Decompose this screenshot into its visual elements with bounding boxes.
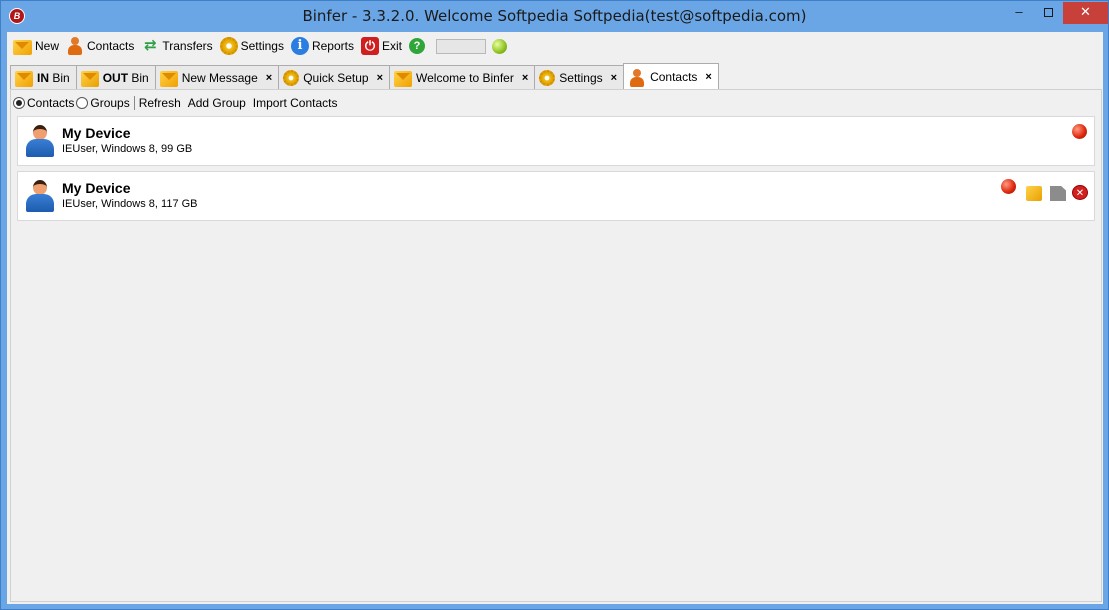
refresh-link[interactable]: Refresh bbox=[139, 96, 181, 110]
outbox-icon bbox=[80, 70, 99, 87]
tab-in-bin[interactable]: IN Bin bbox=[10, 65, 77, 89]
maximize-button[interactable] bbox=[1034, 2, 1062, 24]
exit-button[interactable]: ⏻ Exit bbox=[361, 37, 402, 55]
maximize-icon bbox=[1043, 8, 1053, 17]
new-label: New bbox=[35, 39, 60, 53]
edit-contact-icon[interactable] bbox=[1050, 186, 1066, 201]
reports-icon: i bbox=[290, 37, 309, 55]
contacts-button[interactable]: Contacts bbox=[66, 37, 134, 55]
transfers-label: Transfers bbox=[162, 39, 213, 53]
contacts-icon bbox=[66, 37, 84, 55]
new-message-icon bbox=[13, 39, 32, 55]
tab-contacts[interactable]: Contacts × bbox=[623, 63, 719, 90]
transfers-icon: ⇄ bbox=[144, 37, 157, 54]
tab-close-icon[interactable]: × bbox=[377, 72, 383, 84]
tab-settings[interactable]: Settings × bbox=[534, 65, 625, 89]
welcome-icon bbox=[394, 70, 412, 87]
tab-settings-label: Settings bbox=[559, 70, 603, 85]
transfer-progress-bar bbox=[436, 38, 487, 54]
tab-contacts-label: Contacts bbox=[650, 70, 698, 84]
settings-icon bbox=[539, 69, 556, 86]
contacts-panel: Contacts Groups Refresh Add Group Import… bbox=[10, 89, 1102, 602]
transfers-button[interactable]: ⇄ Transfers bbox=[141, 37, 213, 55]
exit-label: Exit bbox=[382, 39, 403, 53]
status-bulb-icon[interactable] bbox=[492, 38, 508, 54]
device-info: IEUser, Windows 8, 99 GB bbox=[62, 143, 193, 155]
settings-button[interactable]: Settings bbox=[219, 37, 284, 55]
delete-contact-icon[interactable]: ✕ bbox=[1072, 185, 1088, 200]
quick-setup-icon bbox=[283, 69, 300, 86]
tab-close-icon[interactable]: × bbox=[705, 71, 711, 83]
help-button[interactable]: ? bbox=[409, 38, 426, 54]
tab-in-bin-label: Bin bbox=[52, 70, 70, 85]
device-name: My Device bbox=[62, 180, 131, 196]
add-group-link[interactable]: Add Group bbox=[188, 96, 246, 110]
exit-icon: ⏻ bbox=[361, 37, 379, 55]
close-window-button[interactable]: ✕ bbox=[1063, 2, 1108, 24]
device-name: My Device bbox=[62, 125, 131, 141]
divider bbox=[133, 96, 135, 110]
settings-icon bbox=[219, 37, 238, 55]
tab-welcome-label: Welcome to Binfer bbox=[416, 70, 514, 85]
user-avatar-icon bbox=[26, 180, 54, 212]
status-offline-icon bbox=[1072, 124, 1087, 139]
tab-out-bin-bold: OUT bbox=[102, 70, 129, 85]
reports-button[interactable]: i Reports bbox=[290, 37, 354, 55]
reports-label: Reports bbox=[311, 39, 354, 53]
tab-quick-setup-label: Quick Setup bbox=[303, 70, 369, 85]
title-bar[interactable]: B Binfer - 3.3.2.0. Welcome Softpedia So… bbox=[1, 1, 1108, 32]
app-window: B Binfer - 3.3.2.0. Welcome Softpedia So… bbox=[0, 0, 1109, 610]
tab-new-message-label: New Message bbox=[181, 70, 258, 85]
groups-radio[interactable] bbox=[76, 97, 89, 109]
tab-out-bin-label: Bin bbox=[131, 70, 149, 85]
tab-close-icon[interactable]: × bbox=[522, 72, 528, 84]
inbox-icon bbox=[15, 70, 33, 87]
device-info: IEUser, Windows 8, 117 GB bbox=[62, 198, 198, 210]
groups-radio-label[interactable]: Groups bbox=[90, 96, 129, 110]
tab-quick-setup[interactable]: Quick Setup × bbox=[278, 65, 390, 89]
tab-in-bin-bold: IN bbox=[37, 70, 49, 85]
user-avatar-icon bbox=[26, 125, 54, 157]
minimize-button[interactable]: – bbox=[1005, 2, 1033, 24]
import-contacts-link[interactable]: Import Contacts bbox=[253, 96, 338, 110]
device-card[interactable]: My Device IEUser, Windows 8, 117 GB ✕ bbox=[17, 171, 1095, 221]
new-message-icon bbox=[159, 70, 178, 87]
send-message-icon[interactable] bbox=[1026, 186, 1042, 201]
tab-close-icon[interactable]: × bbox=[266, 72, 272, 84]
tab-welcome[interactable]: Welcome to Binfer × bbox=[389, 65, 536, 89]
status-offline-icon bbox=[1001, 179, 1016, 194]
tab-close-icon[interactable]: × bbox=[611, 72, 617, 84]
contacts-radio[interactable] bbox=[13, 97, 25, 109]
contacts-label: Contacts bbox=[87, 39, 135, 53]
settings-label: Settings bbox=[240, 39, 284, 53]
tab-out-bin[interactable]: OUT Bin bbox=[75, 65, 156, 89]
new-button[interactable]: New bbox=[13, 38, 59, 55]
contacts-icon bbox=[628, 69, 646, 87]
window-title: Binfer - 3.3.2.0. Welcome Softpedia Soft… bbox=[302, 7, 807, 25]
help-icon: ? bbox=[409, 38, 426, 54]
contacts-subbar: Contacts Groups Refresh Add Group Import… bbox=[13, 96, 345, 110]
device-card[interactable]: My Device IEUser, Windows 8, 99 GB bbox=[17, 116, 1095, 166]
main-toolbar: New Contacts ⇄ Transfers Settings i Repo… bbox=[7, 32, 1103, 60]
tab-strip: IN Bin OUT Bin New Message × Quick Setup… bbox=[10, 63, 719, 90]
tab-new-message[interactable]: New Message × bbox=[154, 65, 280, 89]
client-area: New Contacts ⇄ Transfers Settings i Repo… bbox=[7, 32, 1103, 604]
contacts-radio-label[interactable]: Contacts bbox=[27, 96, 74, 110]
